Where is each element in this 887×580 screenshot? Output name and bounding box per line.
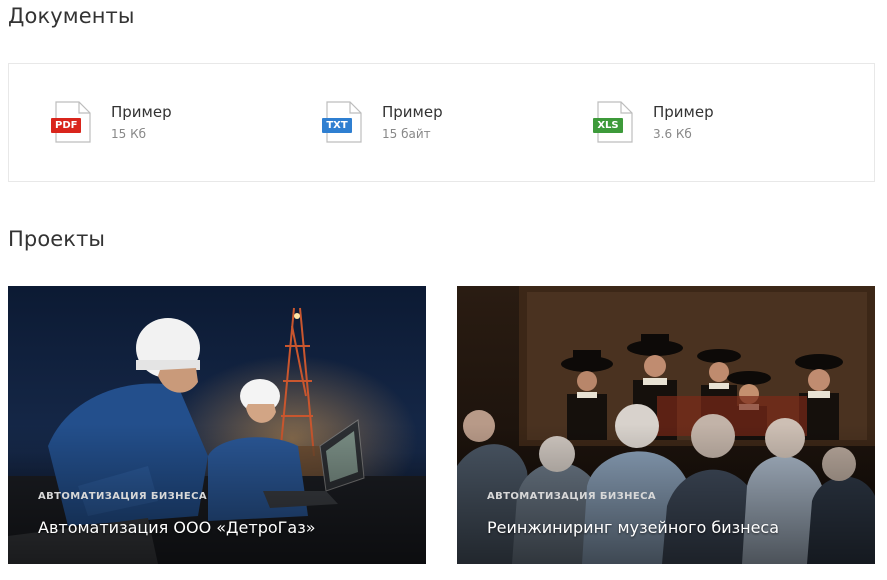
project-card-detrogaz[interactable]: АВТОМАТИЗАЦИЯ БИЗНЕСА Автоматизация ООО …	[8, 286, 426, 564]
document-item-txt[interactable]: TXT Пример 15 байт	[322, 101, 443, 147]
document-type-badge: TXT	[322, 118, 352, 133]
project-category-tag: АВТОМАТИЗАЦИЯ БИЗНЕСА	[38, 491, 208, 502]
document-name[interactable]: Пример	[653, 103, 714, 121]
projects-section-title: Проекты	[8, 227, 106, 251]
project-card-museum[interactable]: АВТОМАТИЗАЦИЯ БИЗНЕСА Реинжиниринг музей…	[457, 286, 875, 564]
project-category-tag: АВТОМАТИЗАЦИЯ БИЗНЕСА	[487, 491, 657, 502]
documents-panel: PDF Пример 15 Кб TXT Пример 15 байт XLS	[8, 63, 875, 182]
document-name[interactable]: Пример	[382, 103, 443, 121]
document-type-badge: PDF	[51, 118, 82, 133]
document-item-pdf[interactable]: PDF Пример 15 Кб	[51, 101, 172, 147]
project-title[interactable]: Автоматизация ООО «ДетроГаз»	[38, 518, 316, 537]
txt-file-icon: TXT	[322, 101, 364, 145]
project-title[interactable]: Реинжиниринг музейного бизнеса	[487, 518, 779, 537]
pdf-file-icon: PDF	[51, 101, 93, 145]
document-size: 3.6 Кб	[653, 127, 692, 141]
document-item-xls[interactable]: XLS Пример 3.6 Кб	[593, 101, 714, 147]
document-size: 15 Кб	[111, 127, 147, 141]
documents-section-title: Документы	[8, 4, 135, 28]
document-name[interactable]: Пример	[111, 103, 172, 121]
document-type-badge: XLS	[593, 118, 623, 133]
xls-file-icon: XLS	[593, 101, 635, 145]
document-size: 15 байт	[382, 127, 431, 141]
